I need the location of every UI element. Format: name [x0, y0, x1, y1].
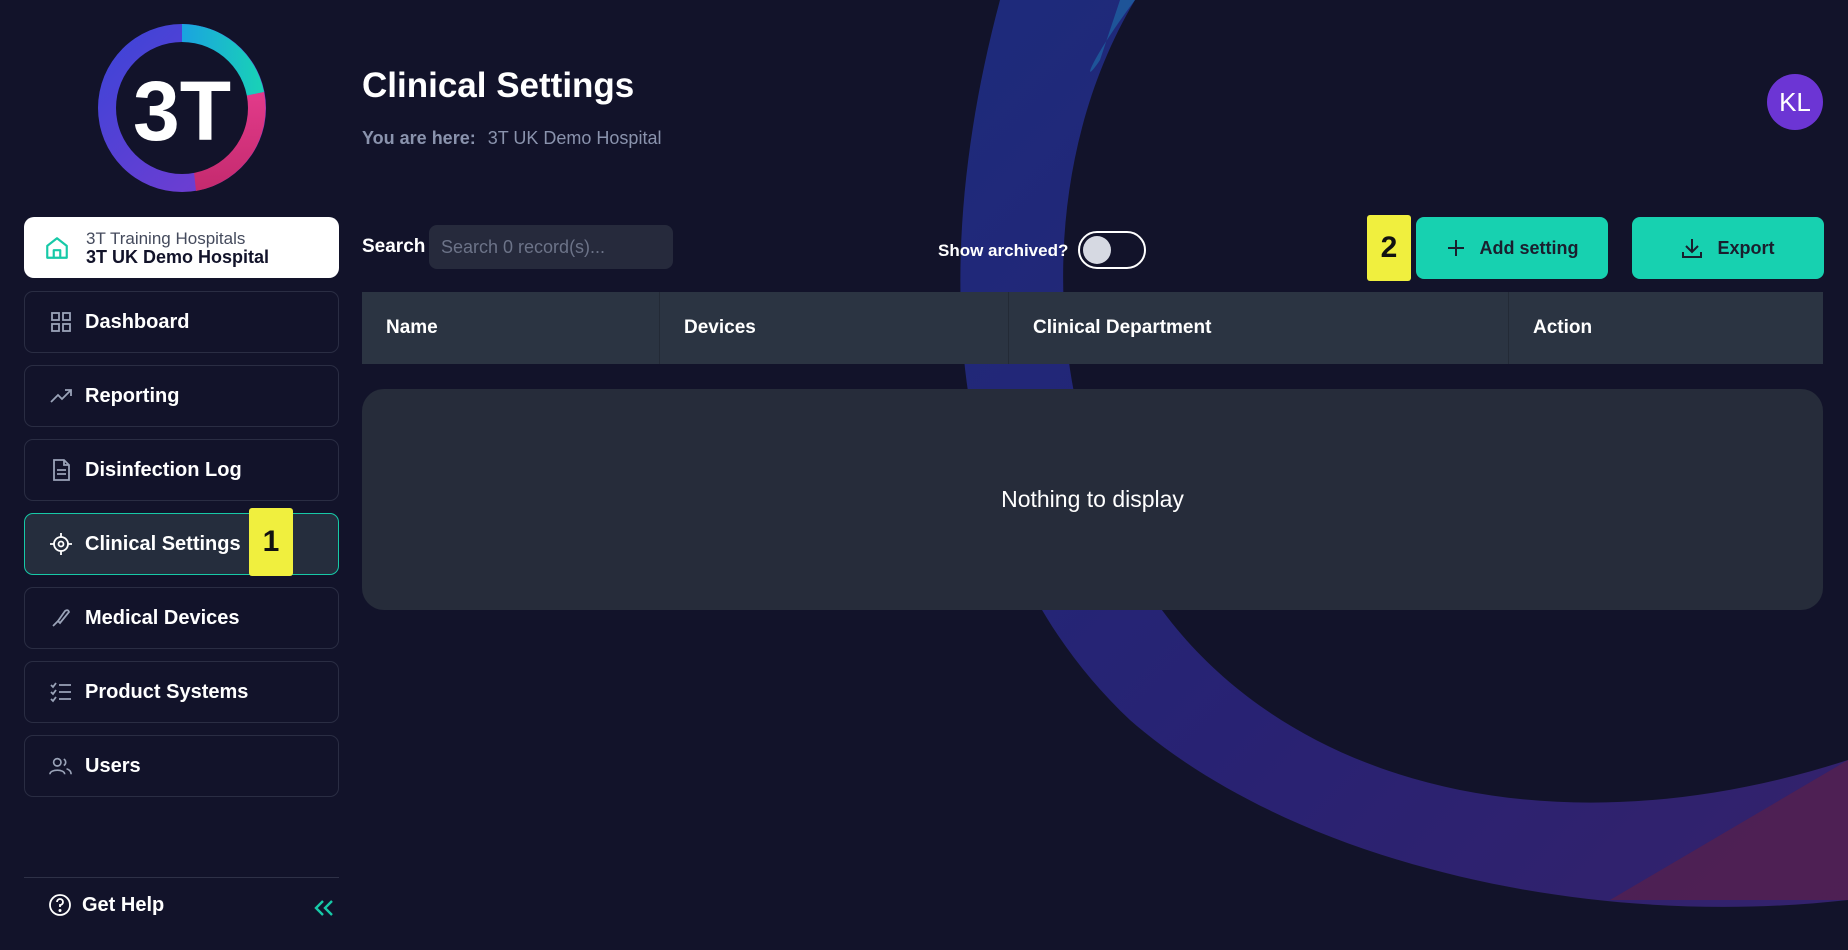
column-header-clinical-department[interactable]: Clinical Department [1009, 292, 1509, 364]
sidebar-item-disinfection-log[interactable]: Disinfection Log [24, 439, 339, 501]
annotation-marker-2: 2 [1367, 215, 1411, 281]
org-parent-name: 3T Training Hospitals [86, 228, 246, 248]
users-icon [49, 754, 73, 778]
get-help-link[interactable]: Get Help [48, 893, 164, 917]
help-icon [49, 894, 71, 916]
show-archived-label: Show archived? [938, 241, 1069, 260]
home-icon [46, 236, 68, 259]
sidebar-item-label: Clinical Settings [85, 532, 241, 555]
grid-icon [49, 310, 73, 334]
trend-icon [49, 384, 73, 408]
target-icon [49, 532, 73, 556]
annotation-marker-1: 1 [249, 508, 293, 576]
checklist-icon [49, 680, 73, 704]
org-name: 3T UK Demo Hospital [86, 246, 270, 267]
empty-state: Nothing to display [362, 389, 1823, 610]
sidebar-item-users[interactable]: Users [24, 735, 339, 797]
sidebar-item-label: Product Systems [85, 680, 249, 703]
download-icon [1682, 239, 1703, 258]
sidebar-item-medical-devices[interactable]: Medical Devices [24, 587, 339, 649]
breadcrumb: You are here: 3T UK Demo Hospital [362, 128, 661, 149]
column-header-action: Action [1533, 317, 1593, 338]
sidebar-item-product-systems[interactable]: Product Systems [24, 661, 339, 723]
export-button[interactable]: Export [1632, 217, 1824, 279]
probe-icon [49, 606, 73, 630]
add-setting-button[interactable]: Add setting [1416, 217, 1608, 279]
search-label: Search [362, 236, 426, 257]
sidebar-item-label: Disinfection Log [85, 458, 242, 481]
organization-selector[interactable]: 3T Training Hospitals 3T UK Demo Hospita… [24, 217, 339, 278]
breadcrumb-label: You are here: [362, 128, 476, 148]
breadcrumb-current[interactable]: 3T UK Demo Hospital [488, 128, 662, 149]
search-input[interactable] [429, 225, 673, 269]
show-archived-toggle[interactable] [1078, 231, 1146, 269]
table-header: Name Devices Clinical Department Action [362, 292, 1823, 364]
double-chevron-left-icon [314, 900, 333, 916]
sidebar: 3T 3T Training Hospitals 3T UK Demo Hosp… [0, 0, 360, 950]
svg-text:3T: 3T [133, 64, 231, 158]
plus-icon [1447, 240, 1464, 256]
sidebar-item-dashboard[interactable]: Dashboard [24, 291, 339, 353]
add-setting-label: Add setting [1479, 237, 1579, 258]
empty-state-text: Nothing to display [1001, 486, 1184, 512]
sidebar-item-label: Dashboard [85, 310, 190, 333]
page-title: Clinical Settings [362, 66, 635, 105]
sidebar-item-label: Users [85, 754, 141, 777]
sidebar-item-label: Medical Devices [85, 606, 240, 629]
get-help-label: Get Help [82, 893, 165, 916]
sidebar-item-label: Reporting [85, 384, 180, 407]
document-icon [49, 458, 73, 482]
app-logo[interactable]: 3T [96, 22, 268, 194]
column-header-devices[interactable]: Devices [660, 292, 1009, 364]
avatar[interactable]: KL [1767, 74, 1823, 130]
sidebar-divider [24, 877, 339, 878]
sidebar-item-reporting[interactable]: Reporting [24, 365, 339, 427]
main-content: Clinical Settings You are here: 3T UK De… [362, 0, 1824, 950]
export-label: Export [1717, 237, 1775, 258]
toggle-knob [1083, 236, 1111, 264]
collapse-sidebar-button[interactable] [310, 896, 338, 920]
column-header-name[interactable]: Name [362, 292, 660, 364]
